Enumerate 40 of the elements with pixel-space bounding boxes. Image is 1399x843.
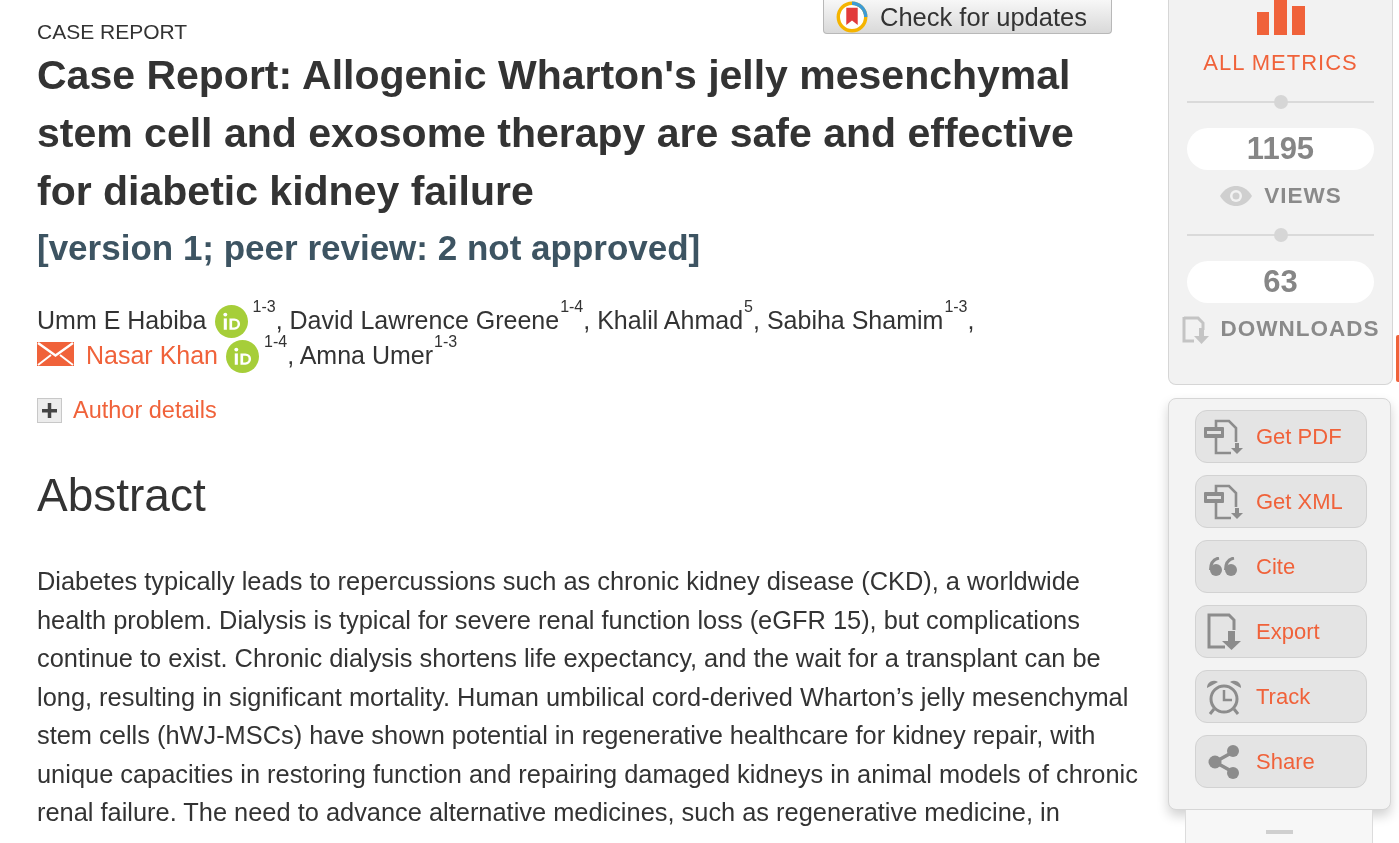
id-badge-icon[interactable] [214,305,248,338]
article-type-label: CASE REPORT [37,21,188,43]
action-button[interactable]: Track [1195,670,1367,723]
id-badge-icon[interactable] [226,340,260,373]
check-updates-button[interactable]: Check for updates [823,0,1112,34]
author-link[interactable]: Nasar Khan [86,341,219,369]
count-value: 63 [1187,261,1374,303]
action-button[interactable]: Export [1195,605,1367,658]
envelope-icon[interactable] [37,342,74,366]
author-name: Sabiha Shamim [766,306,944,334]
all-metrics-link[interactable]: ALL METRICS [1203,52,1358,74]
share-icon [1208,744,1240,779]
plus-icon[interactable] [37,397,62,423]
abstract-text: Diabetes typically leads to repercussions such as chronic kidney disease (CKD), a worldwide health problem. Dialysis is typical for severe renal function loss (eGFR 15), but complications continue to exist. Chronic dialysis shortens life expectancy, and the wait for a transplant can be long, resulting in significant mortality. Human umbilical cord-derived Wharton’s jelly mesenchymal stem cells (hWJ-MSCs) have shown potential in regenerative healthcare for kidney repair, with unique capacities in restoring function and repairing damaged kidneys in animal models of chronic renal failure. The need to advance alternative medicines, such as regenerative medicine, in [37,566,1139,828]
document-download-icon [1204,418,1244,455]
author-details-link[interactable]: Author details [73,397,217,423]
abstract-heading: Abstract [37,469,206,521]
action-button[interactable]: Get PDF [1195,410,1367,463]
bar-chart-icon[interactable] [1256,0,1305,35]
author-name: Amna Umer [299,341,434,369]
count-value: 1195 [1187,128,1374,170]
side-tab[interactable] [1396,335,1399,382]
article-title: Case Report: Allogenic Wharton's jelly mesenchymal stem cell and exosome therapy are safe and effective for diabetic kidney failure [37,51,1075,216]
metric-label: DOWNLOADS [1220,316,1380,342]
action-button[interactable]: Get XML [1195,475,1367,528]
quote-marks-icon [1209,556,1239,577]
minus-icon [1265,830,1293,834]
document-download-icon [1207,612,1241,651]
author-name: David Lawrence Greene [289,306,560,334]
author-name: Umm E Habiba [37,306,207,334]
document-download-icon [1181,314,1210,344]
metric-label: VIEWS [1264,183,1342,209]
author-name: Khalil Ahmad [597,306,744,334]
bookmark-badge-icon [836,0,868,33]
handle-tab[interactable] [1185,810,1373,843]
document-download-icon [1204,483,1244,520]
version-note: [version 1; peer review: 2 not approved] [37,227,701,269]
action-button[interactable]: Share [1195,735,1367,788]
action-button[interactable]: Cite [1195,540,1367,593]
eye-icon [1219,186,1254,206]
